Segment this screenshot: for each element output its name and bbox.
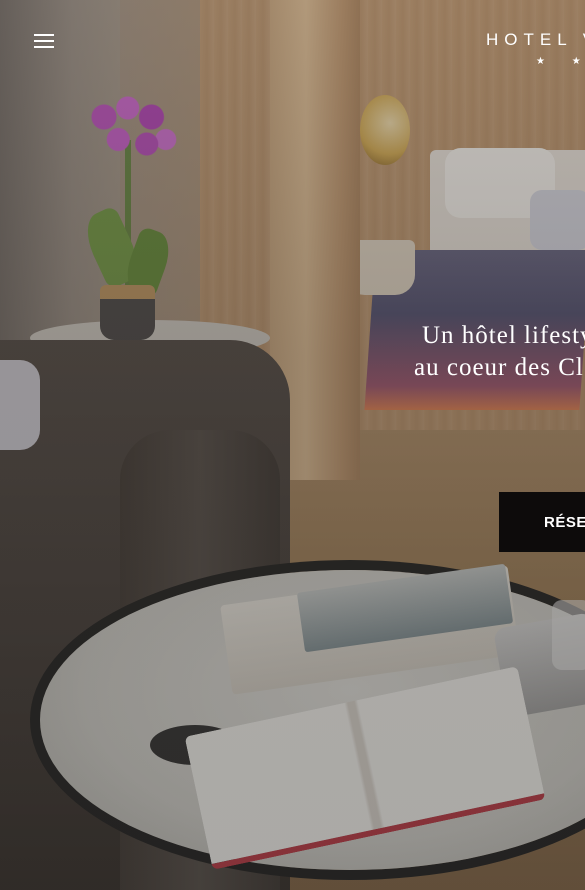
- reserve-button[interactable]: RÉSER: [499, 492, 585, 552]
- hamburger-menu-icon[interactable]: [34, 34, 56, 50]
- dark-overlay: [0, 0, 585, 890]
- hero-tagline: Un hôtel lifesty au coeur des Cl: [414, 320, 585, 384]
- logo-stars: ★ ★ ★: [536, 56, 585, 67]
- menu-line: [34, 46, 54, 48]
- hotel-logo[interactable]: HOTEL V ★ ★ ★: [486, 30, 585, 67]
- tagline-line-2: au coeur des Cl: [414, 354, 584, 381]
- tagline-line-1: Un hôtel lifesty: [422, 322, 585, 349]
- menu-line: [34, 40, 54, 42]
- logo-text: HOTEL V: [486, 30, 585, 49]
- menu-line: [34, 34, 54, 36]
- hotel-homepage: HOTEL V ★ ★ ★ Un hôtel lifesty au coeur …: [0, 0, 585, 890]
